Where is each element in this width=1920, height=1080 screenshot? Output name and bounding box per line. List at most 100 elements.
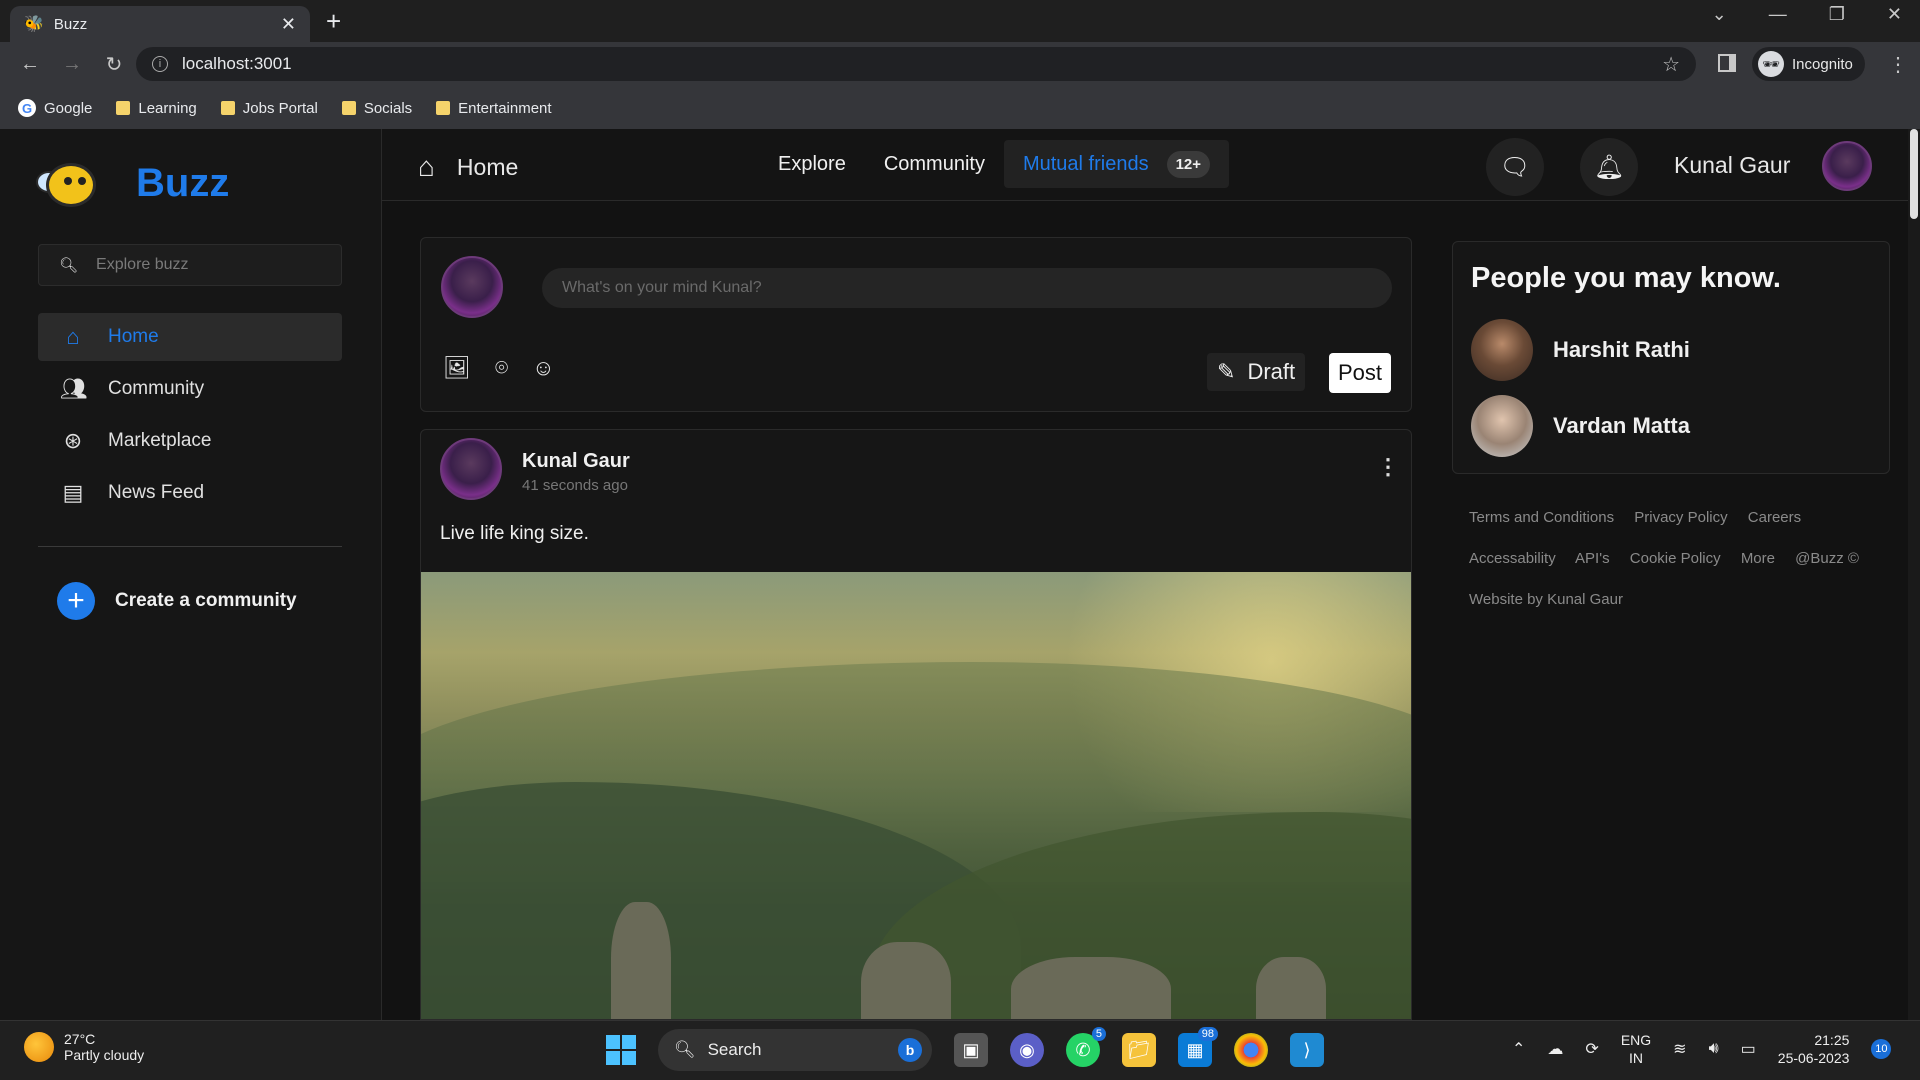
sidebar-item-home[interactable]: ⌂ Home — [38, 313, 342, 361]
wifi-icon[interactable]: ≋ — [1673, 1039, 1686, 1059]
topbar-home[interactable]: ⌂ Home — [418, 151, 518, 183]
avatar[interactable] — [440, 438, 502, 500]
bookmark-label: Google — [44, 99, 93, 117]
folder-icon — [116, 101, 131, 115]
bing-icon[interactable]: b — [898, 1038, 922, 1062]
sidebar-item-label: News Feed — [108, 482, 205, 503]
list-item[interactable]: Harshit Rathi — [1471, 319, 1690, 381]
logo[interactable]: Buzz — [36, 155, 229, 211]
home-icon: ⌂ — [66, 324, 80, 349]
people-title: People you may know. — [1471, 262, 1781, 294]
top-bar: ⌂ Home Explore Community Mutual friends … — [382, 129, 1920, 201]
composer-tools: 🖼︎ ⌾ ☺ — [443, 355, 555, 381]
newspaper-icon: ▤ — [62, 480, 84, 505]
time: 21:25 — [1814, 1032, 1850, 1048]
copyright: @Buzz © — [1795, 550, 1859, 567]
whatsapp-icon[interactable]: ✆ 5 — [1066, 1027, 1106, 1067]
tab-mutual-friends[interactable]: Mutual friends 12+ — [1003, 140, 1230, 188]
folder-icon — [220, 101, 235, 115]
avatar — [441, 256, 503, 318]
language-indicator[interactable]: ENG IN — [1621, 1031, 1651, 1067]
notification-count-badge[interactable]: 10 — [1871, 1039, 1892, 1059]
omnibox[interactable]: i localhost:3001 ☆ — [136, 47, 1696, 81]
file-explorer-icon[interactable]: 📁︎ — [1122, 1033, 1156, 1067]
bookmark-star-icon[interactable]: ☆ — [1662, 52, 1680, 77]
careers-link[interactable]: Careers — [1748, 509, 1801, 526]
post-button[interactable]: Post — [1329, 353, 1392, 393]
messages-button[interactable]: 🗨︎ — [1486, 138, 1544, 196]
privacy-link[interactable]: Privacy Policy — [1634, 509, 1727, 526]
volume-icon[interactable]: 🔊︎ — [1709, 1040, 1719, 1058]
bookmark-socials[interactable]: Socials — [341, 100, 412, 117]
battery-icon[interactable]: ▭ — [1741, 1039, 1756, 1059]
scrollbar-thumb[interactable] — [1910, 129, 1918, 219]
cookie-policy-link[interactable]: Cookie Policy — [1630, 550, 1721, 567]
bookmark-entertainment[interactable]: Entertainment — [436, 100, 552, 117]
search-placeholder: Explore buzz — [96, 256, 189, 273]
page-scrollbar[interactable] — [1908, 129, 1920, 1020]
close-tab-icon[interactable]: ✕ — [281, 14, 296, 35]
vscode-icon[interactable]: ⟩ — [1290, 1033, 1324, 1067]
terms-link[interactable]: Terms and Conditions — [1469, 509, 1614, 526]
chrome-icon[interactable] — [1234, 1033, 1268, 1067]
image-icon[interactable]: 🖼︎ — [443, 355, 471, 381]
browser-menu-icon[interactable]: ⋮ — [1888, 52, 1908, 77]
user-name[interactable]: Kunal Gaur — [1674, 152, 1790, 179]
sidebar: Buzz 🔍︎ Explore buzz ⌂ Home 👥︎ Community… — [0, 129, 382, 1020]
tab-search-icon[interactable]: ⌄ — [1712, 4, 1727, 25]
search-input[interactable]: 🔍︎ Explore buzz — [38, 244, 342, 286]
more-link[interactable]: More — [1741, 550, 1775, 567]
clock[interactable]: 21:25 25-06-2023 — [1778, 1031, 1850, 1067]
sync-icon[interactable]: ⟳ — [1585, 1039, 1598, 1059]
accessability-link[interactable]: Accessability — [1469, 550, 1556, 567]
tab-community[interactable]: Community — [865, 140, 1004, 188]
folder-icon — [341, 101, 356, 115]
post-composer: What's on your mind Kunal? 🖼︎ ⌾ ☺ ✎ Draf… — [420, 237, 1412, 412]
weather-widget[interactable]: 27°C Partly cloudy — [24, 1031, 144, 1063]
system-tray: ⌃ ☁ ⟳ ENG IN ≋ 🔊︎ ▭ 21:25 25-06-2023 10 — [1512, 1031, 1892, 1067]
create-community-button[interactable]: + Create a community — [57, 582, 297, 620]
incognito-profile[interactable]: 🕶 Incognito — [1752, 47, 1865, 81]
side-panel-icon[interactable] — [1718, 54, 1736, 72]
site-info-icon[interactable]: i — [152, 56, 168, 72]
store-icon[interactable]: ▦ 98 — [1178, 1027, 1218, 1067]
sidebar-item-community[interactable]: 👥︎ Community — [38, 365, 342, 413]
location-pin-icon[interactable]: ⌾ — [495, 355, 508, 381]
notifications-button[interactable]: 🔔︎ — [1580, 138, 1638, 196]
bookmark-learning[interactable]: Learning — [116, 100, 197, 117]
onedrive-icon[interactable]: ☁ — [1547, 1039, 1563, 1059]
reload-button[interactable]: ↻ — [102, 52, 126, 77]
draft-button[interactable]: ✎ Draft — [1207, 353, 1306, 391]
forward-button[interactable]: → — [60, 53, 84, 76]
sidebar-item-marketplace[interactable]: ⊛ Marketplace — [38, 417, 342, 465]
restore-button[interactable]: ❐ — [1829, 4, 1845, 25]
minimize-button[interactable]: — — [1769, 4, 1787, 25]
avatar[interactable] — [1822, 141, 1872, 191]
person-name: Harshit Rathi — [1553, 337, 1690, 362]
back-button[interactable]: ← — [18, 53, 42, 76]
teams-chat-icon[interactable]: ◉ — [1010, 1033, 1044, 1067]
chevron-up-icon[interactable]: ⌃ — [1512, 1039, 1525, 1059]
more-options-icon[interactable]: ⋮ — [1377, 454, 1399, 480]
post-text: Live life king size. — [440, 523, 589, 544]
task-view-icon[interactable]: ▣ — [954, 1033, 988, 1067]
partly-cloudy-icon — [24, 1032, 54, 1062]
topbar-home-label: Home — [456, 153, 519, 180]
bookmark-jobs-portal[interactable]: Jobs Portal — [220, 100, 318, 117]
draft-label: Draft — [1247, 359, 1296, 384]
pencil-icon: ✎ — [1217, 359, 1236, 384]
windows-start-icon[interactable] — [606, 1035, 636, 1065]
close-window-button[interactable]: ✕ — [1887, 4, 1902, 25]
browser-tab[interactable]: 🐝 Buzz ✕ — [10, 6, 310, 42]
sidebar-item-news-feed[interactable]: ▤ News Feed — [38, 469, 342, 517]
post-input[interactable]: What's on your mind Kunal? — [542, 268, 1392, 308]
taskbar-search-label: Search — [707, 1040, 762, 1059]
taskbar-search[interactable]: 🔍︎ Search b — [658, 1029, 932, 1071]
list-item[interactable]: Vardan Matta — [1471, 395, 1690, 457]
new-tab-button[interactable]: + — [326, 6, 341, 37]
bookmark-google[interactable]: G Google — [18, 99, 92, 117]
post-author[interactable]: Kunal Gaur — [522, 450, 630, 473]
tab-explore[interactable]: Explore — [759, 140, 865, 188]
api-link[interactable]: API's — [1575, 550, 1610, 567]
emoji-icon[interactable]: ☺ — [532, 355, 554, 381]
